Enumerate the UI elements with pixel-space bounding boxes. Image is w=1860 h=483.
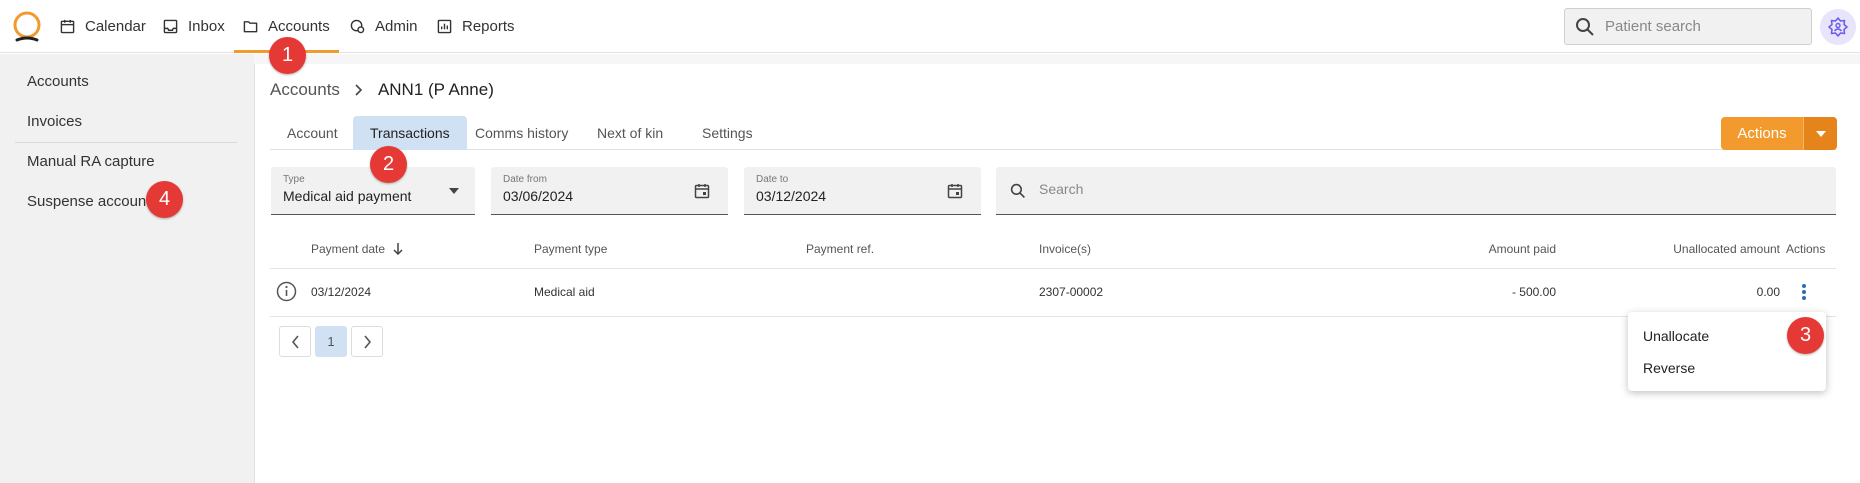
annotation-badge: 3 (1787, 317, 1824, 354)
search-icon (1575, 17, 1595, 37)
cell-invoices: 2307-00002 (1039, 285, 1104, 299)
nav-item-calendar[interactable]: Calendar (51, 0, 155, 53)
pagination-next-button[interactable] (351, 326, 383, 357)
column-header-payment-type: Payment type (534, 242, 608, 256)
nav-item-label: Reports (462, 18, 515, 35)
type-select-value: Medical aid payment (283, 188, 412, 204)
breadcrumb: Accounts ANN1 (P Anne) (270, 80, 494, 100)
column-header-invoices: Invoice(s) (1039, 242, 1092, 256)
nav-item-label: Accounts (268, 18, 330, 35)
column-header-actions: Actions (1786, 242, 1826, 256)
pagination-page-button[interactable]: 1 (315, 326, 347, 357)
cell-amount-paid: - 500.00 (1511, 285, 1556, 299)
cell-payment-date: 03/12/2024 (311, 285, 372, 299)
actions-dropdown-toggle[interactable] (1803, 117, 1837, 150)
column-header-payment-ref: Payment ref. (806, 242, 875, 256)
date-from-field[interactable]: Date from 03/06/2024 (491, 167, 728, 215)
pagination-prev-button[interactable] (279, 326, 311, 357)
tab-comms-history[interactable]: Comms history (458, 116, 585, 150)
column-header-amount-paid: Amount paid (1488, 242, 1556, 256)
date-to-value: 03/12/2024 (756, 188, 827, 204)
caret-down-icon (1815, 130, 1826, 137)
sidebar-item-invoices[interactable]: Invoices (27, 113, 82, 130)
menu-item-unallocate[interactable]: Unallocate (1643, 328, 1709, 344)
transactions-search-input[interactable] (1039, 181, 1639, 197)
breadcrumb-current: ANN1 (P Anne) (377, 80, 494, 99)
column-header-unallocated-amount: Unallocated amount (1673, 242, 1780, 256)
date-from-label: Date from (503, 174, 547, 185)
nav-item-reports[interactable]: Reports (428, 0, 524, 53)
nav-item-label: Admin (375, 18, 418, 35)
caret-down-icon (449, 188, 459, 194)
tab-account[interactable]: Account (270, 116, 355, 150)
annotation-badge: 1 (269, 37, 306, 74)
row-actions-kebab-icon[interactable] (1800, 283, 1808, 301)
sidebar: Accounts Invoices Manual RA capture Susp… (0, 54, 254, 483)
nav-item-label: Calendar (85, 18, 146, 35)
annotation-badge: 4 (146, 181, 183, 218)
patient-search-input[interactable] (1605, 18, 1785, 35)
transactions-search-field[interactable] (996, 167, 1836, 215)
calendar-icon[interactable] (694, 183, 710, 199)
tab-settings[interactable]: Settings (685, 116, 770, 150)
user-menu-button[interactable] (1820, 9, 1856, 45)
app-logo-icon[interactable] (11, 10, 43, 44)
account-tabs: Account Transactions Comms history Next … (270, 116, 1836, 150)
annotation-badge: 2 (370, 146, 407, 183)
sort-arrow-down-icon (393, 243, 403, 255)
user-settings-icon (1828, 17, 1848, 37)
actions-button[interactable]: Actions (1721, 117, 1803, 150)
inbox-icon (163, 19, 178, 34)
search-icon (1010, 183, 1026, 199)
folder-icon (243, 19, 258, 34)
calendar-icon (60, 19, 75, 34)
sidebar-divider (15, 142, 237, 143)
date-to-field[interactable]: Date to 03/12/2024 (744, 167, 981, 215)
nav-item-admin[interactable]: Admin (341, 0, 427, 53)
chevron-left-icon (291, 334, 300, 349)
sidebar-item-accounts[interactable]: Accounts (27, 73, 89, 90)
tab-next-of-kin[interactable]: Next of kin (580, 116, 680, 150)
chevron-right-icon (363, 334, 372, 349)
nav-item-label: Inbox (188, 18, 225, 35)
patient-search-box[interactable] (1564, 8, 1812, 45)
type-select-label: Type (283, 174, 305, 185)
chevron-right-icon (354, 84, 364, 96)
sidebar-item-manual-ra-capture[interactable]: Manual RA capture (27, 153, 155, 170)
reports-icon (437, 19, 452, 34)
calendar-icon[interactable] (947, 183, 963, 199)
cell-payment-type: Medical aid (534, 285, 595, 299)
cell-unallocated-amount: 0.00 (1756, 285, 1780, 299)
nav-item-inbox[interactable]: Inbox (154, 0, 234, 53)
tab-transactions[interactable]: Transactions (353, 116, 467, 150)
date-from-value: 03/06/2024 (503, 188, 574, 204)
sidebar-item-suspense-account[interactable]: Suspense account (27, 193, 150, 210)
menu-item-reverse[interactable]: Reverse (1643, 360, 1695, 376)
column-header-label: Payment date (311, 242, 386, 256)
column-header-payment-date[interactable]: Payment date (311, 242, 403, 256)
actions-split-button: Actions (1721, 117, 1837, 150)
info-icon[interactable] (276, 281, 297, 302)
breadcrumb-accounts-link[interactable]: Accounts (270, 80, 340, 100)
admin-icon (350, 19, 365, 34)
date-to-label: Date to (756, 174, 789, 185)
